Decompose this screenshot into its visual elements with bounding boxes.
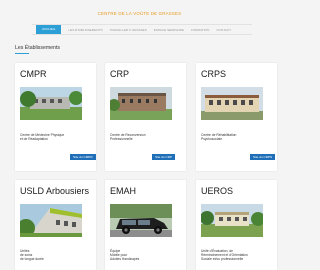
card-description: Unité d'Évaluation, de Réentraînement et… [201,249,271,261]
card-usld-arbousiers: USLD Arbousiers Unités de soins de longu… [15,180,96,270]
card-emah: EMAH Équipe Mobile pour Adultes Handicap… [105,180,186,270]
main-nav: ACCUEIL LES ÉTABLISSEMENTS TRAVAILLER À … [32,24,252,35]
card-title: CRPS [201,69,227,79]
card-description-line: Sociale et/ou professionnelle [201,257,244,261]
card-photo [110,204,172,237]
card-crps: CRPS Centre de Réhabilitation Psychosoci… [196,63,277,171]
card-description-line: et de Réadaptation [20,137,48,141]
nav-item-accueil[interactable]: ACCUEIL [36,25,62,34]
card-description-line: de longue durée [20,257,44,261]
nav-item-etablissements[interactable]: LES ÉTABLISSEMENTS [68,28,102,32]
nav-item-formation[interactable]: FORMATION [191,28,209,32]
card-description: Centre de Reconversion Professionnelle [110,133,180,141]
site-cmpr-button[interactable]: Site du CMPR [70,154,96,160]
site-title: CENTRE DE LA VOÛTE DE GRASSES [97,11,182,16]
card-description-line: Adultes Handicapés [110,257,140,261]
card-description-line: Psychosociale [201,137,223,141]
site-crp-button[interactable]: Site du CRP [152,154,176,160]
card-description: Unités de soins de longue durée [20,249,90,261]
card-photo [201,87,263,120]
card-ueros: UEROS Unité d'Évaluation, de Réentraînem… [196,180,277,270]
card-photo [201,204,263,237]
card-description: Centre de Réhabilitation Psychosociale [201,133,271,141]
nav-item-contact[interactable]: CONTACT [216,28,231,32]
card-title: CMPR [20,69,47,79]
card-cmpr: CMPR Centre de Médecine Physique et de R… [15,63,96,171]
card-description: Centre de Médecine Physique et de Réadap… [20,133,90,141]
card-title: EMAH [110,186,137,196]
section-underline [15,53,29,54]
card-crp: CRP Centre de Reconversion Professionnel… [105,63,186,171]
nav-item-travailler[interactable]: TRAVAILLER À GRASSES [110,28,147,32]
nav-item-espace-seminaire[interactable]: ESPACE SEMINAIRE [154,28,184,32]
site-crps-button[interactable]: Site du CRPS [250,154,276,160]
card-description-line: Professionnelle [110,137,133,141]
card-title: USLD Arbousiers [20,186,90,196]
card-photo [20,87,82,120]
card-title: UEROS [201,186,234,196]
card-photo [20,204,82,237]
section-title: Les Établissements [15,45,60,51]
card-description: Équipe Mobile pour Adultes Handicapés [110,249,180,261]
card-title: CRP [110,69,130,79]
card-photo [110,87,172,120]
